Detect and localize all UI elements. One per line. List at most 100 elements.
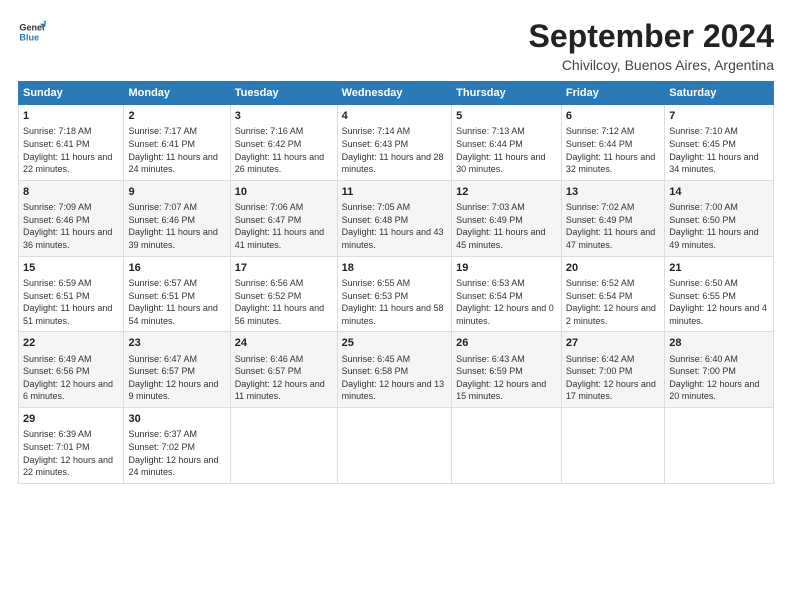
calendar-cell: 21Sunrise: 6:50 AMSunset: 6:55 PMDayligh… xyxy=(665,256,774,332)
sunrise: Sunrise: 6:45 AM xyxy=(342,354,411,364)
calendar-cell: 20Sunrise: 6:52 AMSunset: 6:54 PMDayligh… xyxy=(561,256,664,332)
daylight: Daylight: 12 hours and 24 minutes. xyxy=(128,455,218,478)
calendar-cell: 16Sunrise: 6:57 AMSunset: 6:51 PMDayligh… xyxy=(124,256,230,332)
calendar-cell: 17Sunrise: 6:56 AMSunset: 6:52 PMDayligh… xyxy=(230,256,337,332)
daylight: Daylight: 11 hours and 26 minutes. xyxy=(235,152,324,175)
sunrise: Sunrise: 6:53 AM xyxy=(456,278,525,288)
daylight: Daylight: 11 hours and 58 minutes. xyxy=(342,303,444,326)
calendar-cell: 28Sunrise: 6:40 AMSunset: 7:00 PMDayligh… xyxy=(665,332,774,408)
day-number: 29 xyxy=(23,412,119,427)
col-thursday: Thursday xyxy=(452,82,562,105)
day-number: 18 xyxy=(342,261,448,276)
col-friday: Friday xyxy=(561,82,664,105)
title-area: September 2024 Chivilcoy, Buenos Aires, … xyxy=(529,18,774,73)
sunrise: Sunrise: 6:46 AM xyxy=(235,354,304,364)
calendar-cell: 25Sunrise: 6:45 AMSunset: 6:58 PMDayligh… xyxy=(337,332,452,408)
sunrise: Sunrise: 6:42 AM xyxy=(566,354,635,364)
sunrise: Sunrise: 6:39 AM xyxy=(23,429,92,439)
sunrise: Sunrise: 7:09 AM xyxy=(23,202,92,212)
daylight: Daylight: 12 hours and 22 minutes. xyxy=(23,455,113,478)
sunset: Sunset: 6:46 PM xyxy=(128,215,195,225)
sunset: Sunset: 6:58 PM xyxy=(342,366,409,376)
sunrise: Sunrise: 7:06 AM xyxy=(235,202,304,212)
daylight: Daylight: 12 hours and 4 minutes. xyxy=(669,303,767,326)
calendar-cell: 8Sunrise: 7:09 AMSunset: 6:46 PMDaylight… xyxy=(19,180,124,256)
day-number: 30 xyxy=(128,412,225,427)
sunrise: Sunrise: 7:12 AM xyxy=(566,126,635,136)
day-number: 22 xyxy=(23,336,119,351)
daylight: Daylight: 12 hours and 0 minutes. xyxy=(456,303,554,326)
sunset: Sunset: 6:54 PM xyxy=(456,291,523,301)
sunset: Sunset: 6:47 PM xyxy=(235,215,302,225)
day-number: 11 xyxy=(342,185,448,200)
sunrise: Sunrise: 6:40 AM xyxy=(669,354,738,364)
calendar-cell: 24 Sunrise: 6:46 AM Sunset: 6:57 PM Dayligh… xyxy=(230,332,337,408)
logo-icon: General Blue xyxy=(18,18,46,46)
calendar-cell: 18Sunrise: 6:55 AMSunset: 6:53 PMDayligh… xyxy=(337,256,452,332)
daylight: Daylight: 12 hours and 11 minutes. xyxy=(235,379,325,402)
calendar-cell xyxy=(665,408,774,484)
table-row: 22Sunrise: 6:49 AMSunset: 6:56 PMDayligh… xyxy=(19,332,774,408)
header: General Blue September 2024 Chivilcoy, B… xyxy=(18,18,774,73)
sunset: Sunset: 6:44 PM xyxy=(456,139,523,149)
col-monday: Monday xyxy=(124,82,230,105)
day-number: 3 xyxy=(235,109,333,124)
calendar-cell: 23Sunrise: 6:47 AMSunset: 6:57 PMDayligh… xyxy=(124,332,230,408)
sunset: Sunset: 6:45 PM xyxy=(669,139,736,149)
day-number: 27 xyxy=(566,336,660,351)
sunrise: Sunrise: 6:49 AM xyxy=(23,354,92,364)
sunrise: Sunrise: 6:43 AM xyxy=(456,354,525,364)
location: Chivilcoy, Buenos Aires, Argentina xyxy=(529,57,774,73)
daylight: Daylight: 11 hours and 41 minutes. xyxy=(235,227,324,250)
sunrise: Sunrise: 7:14 AM xyxy=(342,126,411,136)
sunset: Sunset: 6:42 PM xyxy=(235,139,302,149)
sunrise: Sunrise: 7:03 AM xyxy=(456,202,525,212)
day-number: 20 xyxy=(566,261,660,276)
day-number: 2 xyxy=(128,109,225,124)
daylight: Daylight: 11 hours and 34 minutes. xyxy=(669,152,758,175)
day-number: 10 xyxy=(235,185,333,200)
col-wednesday: Wednesday xyxy=(337,82,452,105)
calendar-cell: 15Sunrise: 6:59 AMSunset: 6:51 PMDayligh… xyxy=(19,256,124,332)
day-number: 25 xyxy=(342,336,448,351)
day-number: 16 xyxy=(128,261,225,276)
calendar-table: Sunday Monday Tuesday Wednesday Thursday… xyxy=(18,81,774,484)
sunrise: Sunrise: 7:05 AM xyxy=(342,202,411,212)
sunrise: Sunrise: 7:02 AM xyxy=(566,202,635,212)
daylight: Daylight: 11 hours and 28 minutes. xyxy=(342,152,444,175)
sunrise: Sunrise: 6:37 AM xyxy=(128,429,197,439)
daylight: Daylight: 11 hours and 36 minutes. xyxy=(23,227,112,250)
day-number: 5 xyxy=(456,109,557,124)
calendar-cell: 13Sunrise: 7:02 AMSunset: 6:49 PMDayligh… xyxy=(561,180,664,256)
sunset: Sunset: 6:57 PM xyxy=(235,366,302,376)
month-title: September 2024 xyxy=(529,18,774,55)
day-number: 24 xyxy=(235,336,333,351)
calendar-cell: 5Sunrise: 7:13 AMSunset: 6:44 PMDaylight… xyxy=(452,105,562,181)
sunset: Sunset: 7:00 PM xyxy=(669,366,736,376)
sunset: Sunset: 6:41 PM xyxy=(23,139,90,149)
sunset: Sunset: 7:01 PM xyxy=(23,442,90,452)
sunset: Sunset: 6:51 PM xyxy=(23,291,90,301)
sunrise: Sunrise: 7:17 AM xyxy=(128,126,197,136)
sunrise: Sunrise: 6:47 AM xyxy=(128,354,197,364)
sunset: Sunset: 6:53 PM xyxy=(342,291,409,301)
daylight: Daylight: 11 hours and 32 minutes. xyxy=(566,152,655,175)
header-row: Sunday Monday Tuesday Wednesday Thursday… xyxy=(19,82,774,105)
sunset: Sunset: 6:50 PM xyxy=(669,215,736,225)
day-number: 26 xyxy=(456,336,557,351)
daylight: Daylight: 12 hours and 9 minutes. xyxy=(128,379,218,402)
calendar-cell: 22Sunrise: 6:49 AMSunset: 6:56 PMDayligh… xyxy=(19,332,124,408)
sunrise: Sunrise: 7:10 AM xyxy=(669,126,738,136)
sunrise: Sunrise: 6:59 AM xyxy=(23,278,92,288)
day-number: 12 xyxy=(456,185,557,200)
sunset: Sunset: 6:46 PM xyxy=(23,215,90,225)
daylight: Daylight: 11 hours and 45 minutes. xyxy=(456,227,545,250)
calendar-cell xyxy=(561,408,664,484)
daylight: Daylight: 12 hours and 17 minutes. xyxy=(566,379,656,402)
daylight: Daylight: 11 hours and 56 minutes. xyxy=(235,303,324,326)
day-number: 6 xyxy=(566,109,660,124)
logo: General Blue xyxy=(18,18,46,46)
sunset: Sunset: 6:41 PM xyxy=(128,139,195,149)
calendar-cell: 19Sunrise: 6:53 AMSunset: 6:54 PMDayligh… xyxy=(452,256,562,332)
calendar-cell: 2Sunrise: 7:17 AMSunset: 6:41 PMDaylight… xyxy=(124,105,230,181)
